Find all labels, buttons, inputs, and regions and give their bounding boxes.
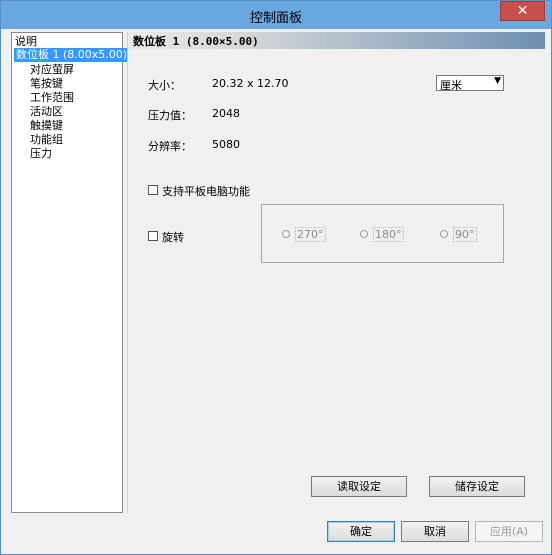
title-bar: 控制面板 ✕ [1, 1, 551, 29]
tree-item-function-groups[interactable]: 功能组 [30, 133, 63, 147]
unit-select-value: 厘米 [440, 79, 462, 92]
close-button[interactable]: ✕ [500, 1, 545, 21]
rotate-checkbox[interactable] [148, 231, 158, 241]
rotate-180-radio[interactable] [360, 230, 368, 238]
resolution-label: 分辨率： [148, 140, 192, 153]
pressure-value: 2048 [212, 107, 240, 120]
save-settings-button[interactable]: 储存设定 [429, 476, 525, 497]
chevron-down-icon[interactable]: ▼ [494, 76, 501, 86]
tree-item-tablet[interactable]: 数位板 1 (8.00x5.00) [14, 48, 130, 62]
tree-item-pressure[interactable]: 压力 [30, 147, 52, 161]
apply-button[interactable]: 应用(A) [475, 521, 543, 542]
settings-tree: 说明 数位板 1 (8.00x5.00) 对应萤屏 笔按键 工作范围 活动区 触… [11, 32, 130, 513]
rotate-label: 旋转 [162, 231, 184, 244]
control-panel-window: 控制面板 ✕ 说明 数位板 1 (8.00x5.00) 对应萤屏 笔按键 工作范… [0, 0, 552, 555]
window-title: 控制面板 [249, 11, 302, 26]
tree-item-screen-mapping[interactable]: 对应萤屏 [30, 63, 74, 77]
rotate-90-radio[interactable] [440, 230, 448, 238]
size-value: 20.32 x 12.70 [212, 77, 289, 90]
cancel-button[interactable]: 取消 [401, 521, 469, 542]
tree-item-pen-buttons[interactable]: 笔按键 [30, 77, 63, 91]
tree-item-help[interactable]: 说明 [15, 35, 37, 49]
rotate-270-radio[interactable] [282, 230, 290, 238]
read-settings-button[interactable]: 读取设定 [311, 476, 407, 497]
panel-header: 数位板 1 (8.00×5.00) [128, 32, 545, 49]
pressure-label: 压力值： [148, 109, 192, 122]
tree-item-active-area[interactable]: 活动区 [30, 105, 63, 119]
rotate-180-label: 180° [373, 227, 404, 242]
size-label: 大小： [148, 79, 181, 92]
tablet-pc-label: 支持平板电脑功能 [162, 185, 250, 198]
tablet-pc-checkbox[interactable] [148, 185, 158, 195]
panel-header-title: 数位板 1 (8.00×5.00) [133, 35, 259, 48]
settings-panel: 数位板 1 (8.00×5.00) 大小： 20.32 x 12.70 厘米 ▼… [127, 32, 545, 513]
rotate-90-label: 90° [453, 227, 477, 242]
tree-item-work-area[interactable]: 工作范围 [30, 91, 74, 105]
ok-button[interactable]: 确定 [327, 521, 395, 542]
rotate-270-label: 270° [295, 227, 326, 242]
rotation-options-box: 270° 180° 90° [261, 204, 504, 263]
resolution-value: 5080 [212, 138, 240, 151]
unit-select[interactable]: 厘米 ▼ [436, 75, 504, 92]
tree-item-touch-keys[interactable]: 触摸键 [30, 119, 63, 133]
